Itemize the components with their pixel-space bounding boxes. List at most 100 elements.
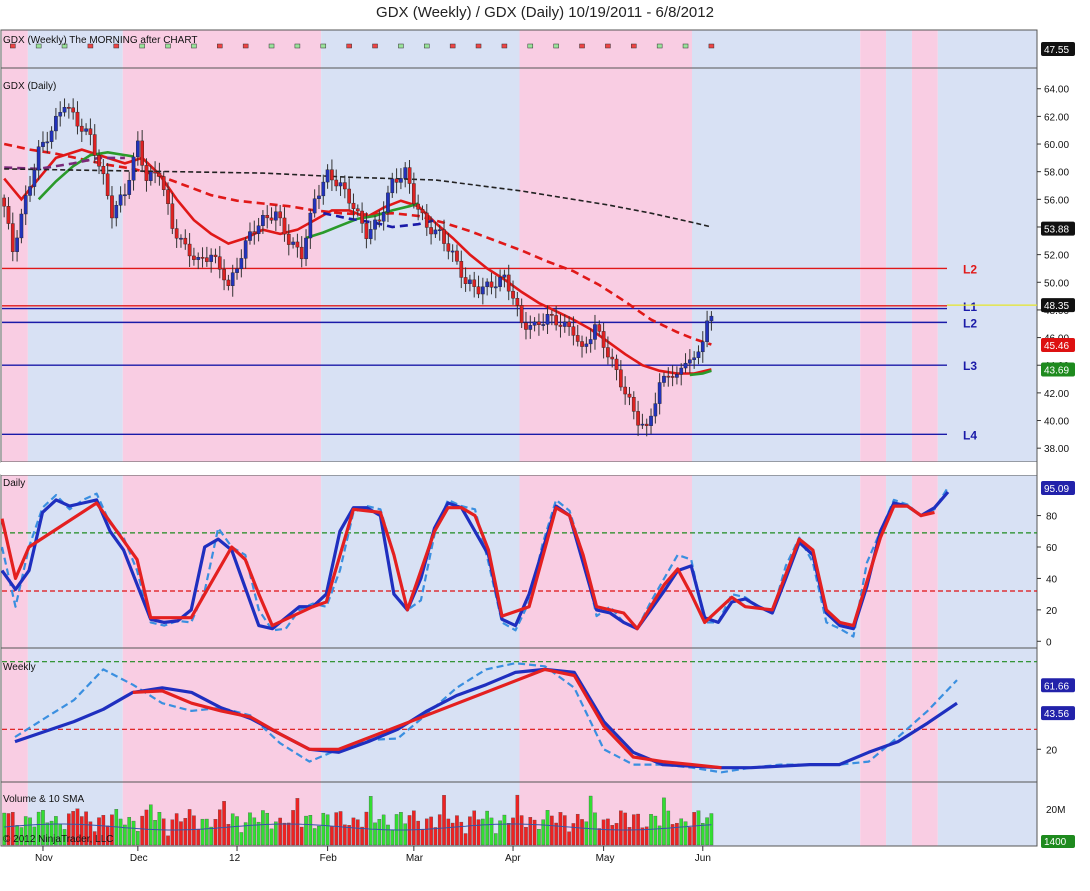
candle-body bbox=[343, 182, 347, 190]
candle-body bbox=[144, 165, 149, 181]
candle-body bbox=[614, 358, 619, 371]
candle-body bbox=[666, 375, 671, 378]
stoch-daily-badge-value: 95.09 bbox=[1044, 484, 1069, 495]
candle-body bbox=[6, 206, 11, 224]
candle-body bbox=[140, 140, 144, 166]
volume-bar bbox=[269, 828, 274, 846]
volume-bar bbox=[468, 816, 472, 846]
candle-body bbox=[463, 277, 468, 284]
candle-body bbox=[114, 205, 119, 219]
volume-bar bbox=[368, 796, 373, 846]
time-tick-label: 12 bbox=[229, 853, 241, 864]
volume-bar bbox=[291, 810, 295, 846]
price-tick-label: 40.00 bbox=[1044, 417, 1069, 428]
weekly-strip-candle bbox=[605, 43, 611, 49]
candle-body bbox=[606, 347, 610, 358]
weekly-strip-candle bbox=[682, 43, 689, 49]
weekly-strip-candle bbox=[631, 43, 637, 49]
candle-body bbox=[515, 298, 520, 306]
candle-body bbox=[286, 233, 291, 245]
time-tick-label: Mar bbox=[406, 853, 424, 864]
candle-body bbox=[649, 415, 653, 426]
volume-bar bbox=[550, 815, 554, 846]
candle-body bbox=[209, 254, 213, 262]
price-tick-label: 42.00 bbox=[1044, 389, 1069, 400]
candle-body bbox=[217, 256, 222, 270]
volume-bar bbox=[416, 820, 420, 846]
session-shade-blue bbox=[886, 30, 912, 846]
candle-body bbox=[506, 274, 511, 292]
candle-body bbox=[136, 140, 140, 158]
price-badge-value: 48.35 bbox=[1044, 301, 1069, 312]
volume-bar bbox=[187, 809, 192, 846]
candle-body bbox=[71, 107, 75, 113]
candle-body bbox=[282, 217, 287, 235]
candle-body bbox=[683, 362, 688, 369]
candle-body bbox=[153, 171, 157, 174]
volume-bar bbox=[127, 817, 132, 846]
price-badge-value: 53.88 bbox=[1044, 225, 1069, 236]
candle-body bbox=[84, 128, 88, 132]
volume-bar bbox=[321, 812, 326, 846]
candle-body bbox=[196, 257, 201, 260]
stoch-daily-tick-label: 0 bbox=[1046, 637, 1052, 648]
candle-body bbox=[23, 195, 28, 215]
candle-body bbox=[653, 403, 658, 417]
candle-body bbox=[373, 219, 377, 230]
candle-body bbox=[433, 229, 438, 235]
candle-body bbox=[446, 243, 451, 252]
volume-bar bbox=[118, 818, 123, 846]
candle-body bbox=[468, 279, 472, 284]
candle-body bbox=[399, 178, 403, 183]
volume-bar bbox=[274, 821, 278, 846]
volume-bar bbox=[476, 819, 481, 846]
candle-body bbox=[321, 181, 326, 197]
weekly-strip-candle bbox=[475, 43, 482, 49]
weekly-strip-label: GDX (Weekly) The MORNING after CHART bbox=[3, 35, 197, 46]
volume-bar bbox=[528, 817, 533, 846]
candle-body bbox=[675, 374, 679, 378]
volume-bar bbox=[601, 819, 606, 846]
candle-body bbox=[54, 115, 58, 132]
volume-bar bbox=[347, 825, 351, 846]
candle-body bbox=[459, 261, 464, 278]
weekly-strip-candle bbox=[579, 43, 585, 49]
level-label: L2 bbox=[963, 262, 977, 276]
volume-bar bbox=[183, 818, 188, 846]
candle-body bbox=[222, 269, 226, 281]
time-tick-label: May bbox=[596, 853, 615, 864]
volume-bar bbox=[429, 816, 433, 846]
chart-area[interactable]: L2L1L2L3L4 64.0062.0060.0058.0056.0054.0… bbox=[0, 0, 1090, 891]
candle-body bbox=[265, 215, 270, 219]
candle-body bbox=[528, 325, 533, 330]
candle-body bbox=[261, 215, 265, 226]
candle-body bbox=[644, 423, 649, 426]
candle-body bbox=[123, 194, 127, 197]
volume-bar bbox=[580, 819, 584, 846]
volume-bar bbox=[696, 810, 701, 846]
candle-body bbox=[705, 320, 709, 343]
candle-body bbox=[679, 367, 684, 375]
session-shade-pink bbox=[2, 30, 28, 846]
volume-bar bbox=[252, 817, 257, 846]
candle-body bbox=[567, 321, 571, 327]
candle-body bbox=[205, 257, 209, 262]
candle-body bbox=[709, 315, 714, 322]
volume-bar bbox=[567, 831, 571, 846]
candle-body bbox=[597, 324, 602, 332]
volume-bar bbox=[265, 812, 270, 846]
candle-body bbox=[62, 107, 67, 113]
candle-body bbox=[308, 212, 313, 239]
volume-bar bbox=[653, 815, 658, 846]
candle-body bbox=[489, 281, 494, 288]
stoch-daily-tick-label: 40 bbox=[1046, 574, 1058, 585]
volume-bar bbox=[317, 825, 321, 846]
volume-bar bbox=[662, 797, 666, 846]
price-tick-label: 56.00 bbox=[1044, 195, 1069, 206]
candle-body bbox=[545, 314, 550, 325]
candle-body bbox=[239, 258, 244, 269]
candle-body bbox=[485, 281, 489, 288]
candle-body bbox=[269, 217, 274, 221]
candle-body bbox=[192, 255, 196, 260]
volume-bar bbox=[239, 832, 244, 846]
